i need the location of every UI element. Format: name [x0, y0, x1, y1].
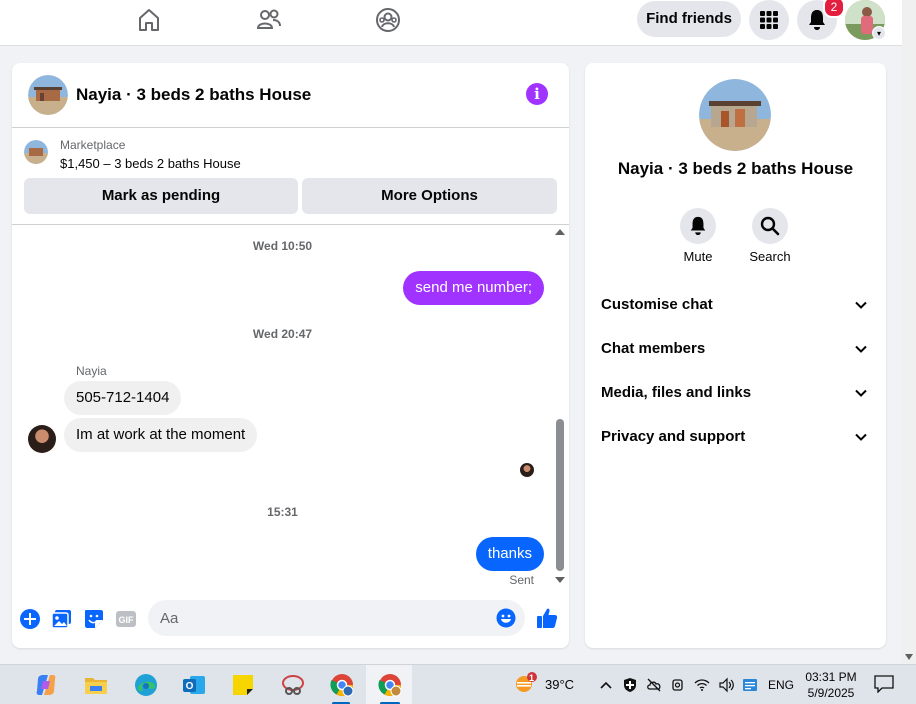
- scrollbar-thumb[interactable]: [556, 419, 564, 571]
- more-options-button[interactable]: More Options: [302, 178, 557, 214]
- clock-time: 03:31 PM: [805, 670, 857, 684]
- scroll-down-icon[interactable]: [555, 577, 565, 583]
- notification-center-icon[interactable]: [874, 675, 894, 693]
- read-receipt-avatar: [520, 463, 534, 477]
- message-input[interactable]: [148, 600, 525, 636]
- incoming-message[interactable]: Im at work at the moment: [64, 418, 258, 452]
- mute-button[interactable]: Mute: [668, 208, 728, 264]
- cloud-offline-icon[interactable]: [646, 677, 662, 693]
- section-privacy-support[interactable]: Privacy and support: [585, 415, 886, 459]
- chat-avatar[interactable]: [28, 75, 68, 115]
- sender-name: Nayia: [76, 364, 107, 378]
- chat-header: Nayia · 3 beds 2 baths House i: [12, 63, 569, 128]
- sender-avatar[interactable]: [28, 425, 56, 453]
- chevron-down-icon: [855, 345, 867, 353]
- search-label: Search: [749, 249, 791, 264]
- chrome-profile-icon-active[interactable]: [378, 673, 402, 697]
- incoming-message[interactable]: 505-712-1404: [64, 381, 182, 415]
- chat-title[interactable]: Nayia · 3 beds 2 baths House: [76, 85, 311, 105]
- plus-circle-icon[interactable]: [19, 608, 41, 630]
- timestamp: Wed 20:47: [252, 327, 313, 341]
- page-scrollbar[interactable]: [902, 0, 916, 664]
- input-language[interactable]: ENG: [768, 678, 794, 692]
- svg-text:GIF: GIF: [119, 615, 135, 625]
- chevron-down-icon[interactable]: ▾: [872, 26, 886, 40]
- section-chat-members[interactable]: Chat members: [585, 327, 886, 371]
- outgoing-message[interactable]: send me number;: [403, 271, 544, 305]
- menu-button[interactable]: [749, 0, 789, 40]
- section-label: Customise chat: [601, 296, 713, 313]
- chat-panel: Nayia · 3 beds 2 baths House i Marketpla…: [12, 63, 569, 648]
- sent-status: Sent: [509, 573, 534, 587]
- timestamp: Wed 10:50: [252, 239, 313, 253]
- section-label: Media, files and links: [601, 384, 752, 401]
- thumbs-up-icon[interactable]: [535, 606, 559, 630]
- chrome-profile-icon[interactable]: [330, 673, 354, 697]
- edge-browser-icon[interactable]: [134, 673, 158, 697]
- windows-taskbar: O 1 39°C ENG 03:31 PM 5/9/2025: [0, 664, 916, 704]
- search-button[interactable]: Search: [740, 208, 800, 264]
- find-friends-button[interactable]: Find friends: [637, 1, 741, 37]
- info-icon[interactable]: i: [526, 83, 548, 105]
- listing-price-title[interactable]: $1,450 – 3 beds 2 baths House: [60, 156, 241, 171]
- security-shield-icon[interactable]: [622, 677, 638, 693]
- svg-text:O: O: [186, 681, 194, 692]
- file-explorer-icon[interactable]: [84, 673, 108, 697]
- clock-date: 5/9/2025: [807, 686, 855, 700]
- chat-scrollbar[interactable]: [553, 225, 567, 583]
- message-list: Wed 10:50 send me number; Wed 20:47 Nayi…: [12, 225, 569, 595]
- top-navigation-bar: Find friends 2 ▾: [0, 0, 902, 46]
- marketplace-label: Marketplace: [60, 138, 126, 152]
- search-icon: [760, 216, 780, 236]
- volume-icon[interactable]: [718, 677, 734, 693]
- section-label: Chat members: [601, 340, 706, 357]
- section-media-files-links[interactable]: Media, files and links: [585, 371, 886, 415]
- chevron-down-icon: [855, 389, 867, 397]
- snipping-tool-icon[interactable]: [281, 673, 305, 697]
- friends-icon[interactable]: [255, 6, 283, 34]
- listing-thumbnail[interactable]: [24, 140, 48, 164]
- copilot-icon[interactable]: [34, 673, 58, 697]
- chevron-down-icon: [855, 433, 867, 441]
- keyboard-layout-icon[interactable]: [742, 677, 758, 693]
- sticker-icon[interactable]: [83, 608, 105, 630]
- meet-now-icon[interactable]: [670, 677, 686, 693]
- photo-icon[interactable]: [51, 608, 73, 630]
- message-composer: GIF: [12, 595, 569, 648]
- section-customise-chat[interactable]: Customise chat: [585, 283, 886, 327]
- groups-icon[interactable]: [374, 6, 402, 34]
- chevron-down-icon: [855, 301, 867, 309]
- emoji-icon[interactable]: [496, 608, 516, 628]
- wifi-icon[interactable]: [694, 677, 710, 693]
- home-icon[interactable]: [135, 6, 163, 34]
- outgoing-message[interactable]: thanks: [475, 537, 544, 571]
- temperature[interactable]: 39°C: [545, 677, 574, 692]
- scroll-down-icon[interactable]: [905, 654, 913, 660]
- bell-icon: [690, 216, 706, 236]
- system-clock[interactable]: 03:31 PM 5/9/2025: [804, 669, 858, 701]
- conversation-avatar[interactable]: [699, 79, 771, 151]
- mute-label: Mute: [683, 249, 713, 264]
- section-label: Privacy and support: [601, 428, 746, 445]
- gif-icon[interactable]: GIF: [115, 608, 137, 630]
- chevron-up-icon[interactable]: [598, 677, 614, 693]
- scroll-up-icon[interactable]: [555, 229, 565, 235]
- timestamp: 15:31: [267, 505, 298, 519]
- marketplace-listing: Marketplace $1,450 – 3 beds 2 baths Hous…: [12, 128, 569, 225]
- conversation-name: Nayia · 3 beds 2 baths House: [617, 159, 854, 178]
- notification-badge: 2: [823, 0, 845, 18]
- weather-badge: 1: [529, 673, 535, 683]
- grid-menu-icon: [760, 11, 778, 29]
- outlook-icon[interactable]: O: [182, 673, 206, 697]
- mark-as-pending-button[interactable]: Mark as pending: [24, 178, 298, 214]
- sticky-notes-icon[interactable]: [231, 673, 255, 697]
- conversation-details-panel: Nayia · 3 beds 2 baths House Mute Search…: [585, 63, 886, 648]
